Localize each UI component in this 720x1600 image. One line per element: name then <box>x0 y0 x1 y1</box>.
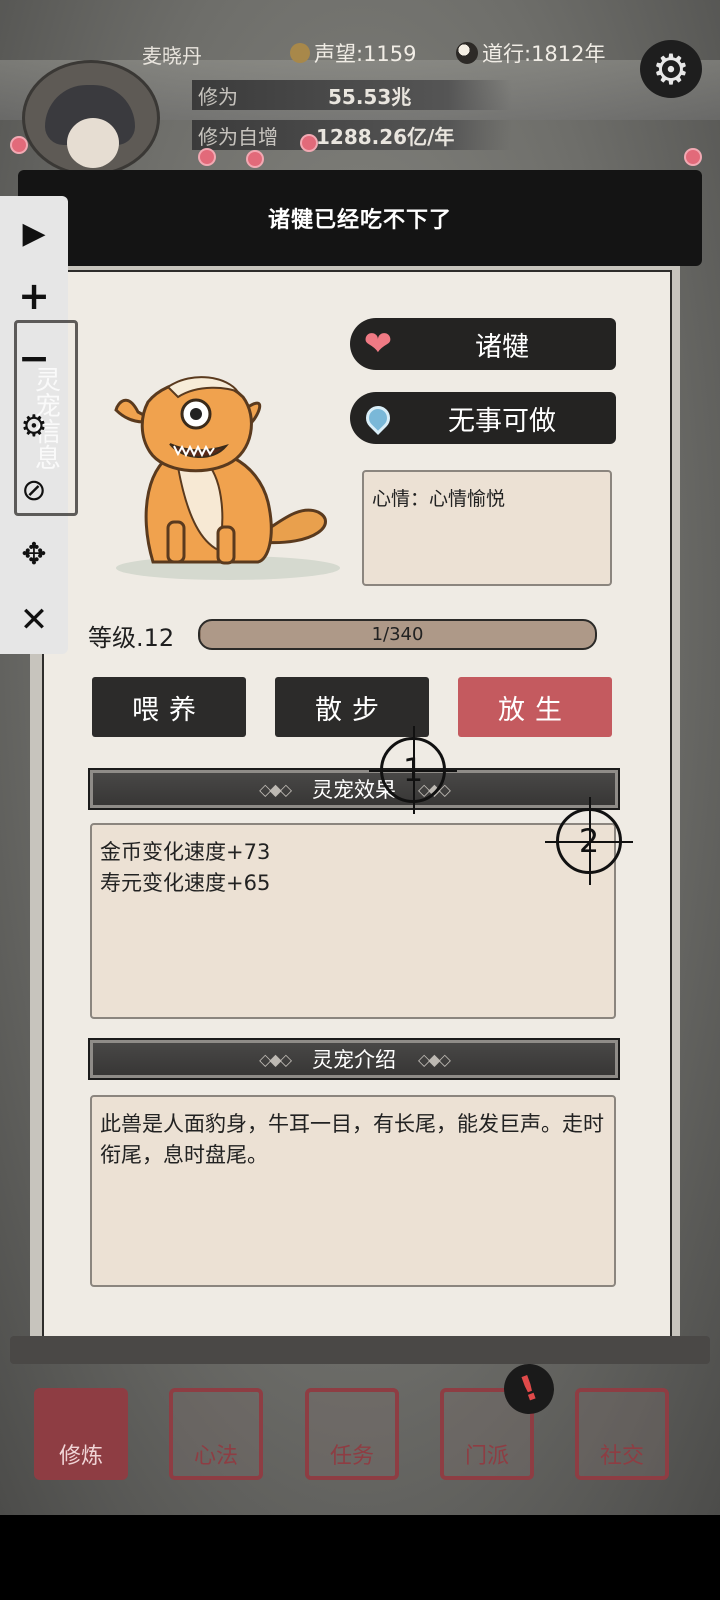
pet-level: 等级.12 <box>88 624 175 652</box>
close-icon[interactable]: ✕ <box>0 592 68 648</box>
notice-banner: 诸犍已经吃不下了 <box>18 170 702 266</box>
intro-title: 灵宠介绍 <box>312 1048 396 1072</box>
xp-fill <box>200 621 202 648</box>
intro-box: 此兽是人面豹身，牛耳一目，有长尾，能发巨声。走时衔尾，息时盘尾。 <box>90 1095 616 1287</box>
nav-social[interactable]: 社交 <box>575 1388 669 1480</box>
xp-text: 1/340 <box>371 624 424 645</box>
nav-cultivate-label: 修炼 <box>34 1388 128 1480</box>
scroll-rod <box>10 1336 710 1364</box>
ornament-icon: ◇◆◇ <box>259 1049 292 1069</box>
pet-illustration <box>114 376 340 580</box>
cultivation-label: 修为 <box>198 84 238 109</box>
avatar-face <box>67 118 119 168</box>
play-icon[interactable]: ▶ <box>0 205 68 261</box>
ornament-icon: ◇◆◇ <box>418 1049 451 1069</box>
pet-status-tag: 无事可做 <box>350 392 616 444</box>
pet-name: 诸犍 <box>475 331 529 363</box>
nav-cultivate[interactable]: 修炼 <box>34 1388 128 1480</box>
plus-icon[interactable]: + <box>0 268 68 324</box>
pet-status: 无事可做 <box>448 405 556 437</box>
blossom-decoration <box>686 150 700 164</box>
crosshair-marker-1: 1 <box>369 726 457 814</box>
blossom-decoration <box>248 152 262 166</box>
nav-mind-method-label: 心法 <box>169 1388 263 1480</box>
gear-icon[interactable]: ⚙ <box>0 398 68 454</box>
effect-line: 金币变化速度+73 <box>100 840 271 864</box>
fame-stat: 声望:1159 <box>290 38 417 68</box>
eye-hidden-icon[interactable]: ⊘ <box>0 462 68 518</box>
blossom-decoration <box>12 138 26 152</box>
effects-section-header: ◇◆◇ 灵宠效果 ◇◆◇ <box>88 768 620 810</box>
cultivation-row: 修为 55.53兆 <box>192 80 512 110</box>
nav-tasks-label: 任务 <box>305 1388 399 1480</box>
dao-value: 道行:1812年 <box>482 42 606 66</box>
xp-progress-bar: 1/340 <box>198 619 597 650</box>
walk-button[interactable]: 散步 <box>275 677 429 737</box>
game-scene: 麦晓丹 声望:1159 道行:1812年 ⚙ 修为 55.53兆 修为自增 12… <box>0 0 720 1515</box>
cultivation-value: 55.53兆 <box>328 84 412 109</box>
intro-section-header: ◇◆◇ 灵宠介绍 ◇◆◇ <box>88 1038 620 1080</box>
crosshair-marker-2: 2 <box>545 797 633 885</box>
release-button[interactable]: 放生 <box>458 677 612 737</box>
gain-value: 1288.26亿/年 <box>316 124 455 149</box>
minus-icon[interactable]: − <box>0 330 68 386</box>
coin-icon <box>290 43 310 63</box>
move-icon[interactable]: ✥ <box>0 526 68 582</box>
nav-mind-method[interactable]: 心法 <box>169 1388 263 1480</box>
gain-label: 修为自增 <box>198 124 278 149</box>
feed-button[interactable]: 喂养 <box>92 677 246 737</box>
location-pin-icon <box>350 392 406 444</box>
player-avatar[interactable] <box>22 60 160 176</box>
settings-gear-icon[interactable]: ⚙ <box>640 40 702 98</box>
player-name: 麦晓丹 <box>142 44 202 68</box>
heart-icon: ❤ <box>363 324 393 364</box>
marker-label: 1 <box>402 751 424 789</box>
marker-label: 2 <box>578 822 600 860</box>
pet-name-tag: ❤ 诸犍 <box>350 318 616 370</box>
cultivation-gain-row: 修为自增 1288.26亿/年 <box>192 120 512 150</box>
blossom-decoration <box>200 150 214 164</box>
dao-stat: 道行:1812年 <box>456 38 606 68</box>
ornament-icon: ◇◆◇ <box>259 779 292 799</box>
nav-tasks[interactable]: 任务 <box>305 1388 399 1480</box>
fame-value: 声望:1159 <box>314 42 417 66</box>
effect-line: 寿元变化速度+65 <box>100 871 271 895</box>
mood-box: 心情：心情愉悦 <box>362 470 612 586</box>
yinyang-icon <box>456 42 478 64</box>
nav-social-label: 社交 <box>575 1388 669 1480</box>
effects-box: 金币变化速度+73 寿元变化速度+65 <box>90 823 616 1019</box>
blossom-decoration <box>302 136 316 150</box>
